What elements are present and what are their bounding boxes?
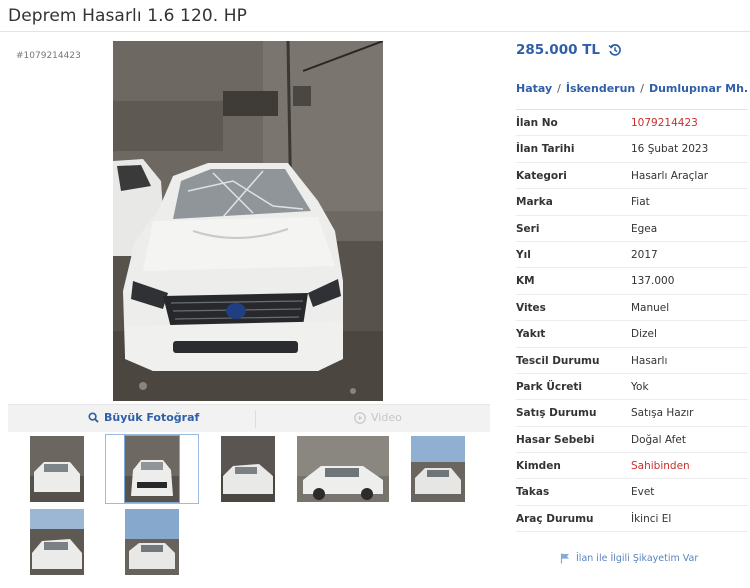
detail-row: Marka Fiat	[516, 189, 748, 216]
detail-label: İlan Tarihi	[516, 143, 575, 156]
detail-value: Satışa Hazır	[631, 407, 694, 420]
detail-label: Seri	[516, 222, 540, 235]
detail-value: Evet	[631, 486, 655, 499]
complaint-link[interactable]: İlan ile İlgili Şikayetim Var	[560, 553, 698, 564]
detail-row: Yakıt Dizel	[516, 321, 748, 348]
flag-icon	[560, 553, 569, 564]
thumbnail-6[interactable]	[30, 509, 84, 575]
detail-row: Satış Durumu Satışa Hazır	[516, 400, 748, 427]
price-value: 285.000 TL	[516, 42, 600, 58]
detail-label: Tescil Durumu	[516, 354, 600, 367]
tab-divider	[255, 410, 256, 428]
listing-id-label: #1079214423	[16, 51, 81, 61]
detail-value: 2017	[631, 248, 658, 261]
location-neighborhood[interactable]: Dumlupınar Mh.	[649, 82, 748, 95]
detail-label: Marka	[516, 196, 553, 209]
detail-label: Kimden	[516, 460, 561, 473]
detail-value: Manuel	[631, 301, 670, 314]
detail-value: İkinci El	[631, 512, 672, 525]
breadcrumb-separator: /	[640, 82, 644, 95]
detail-row: Seri Egea	[516, 216, 748, 242]
listing-details-table: İlan No 1079214423 İlan Tarihi 16 Şubat 202…	[516, 109, 748, 533]
breadcrumb-separator: /	[557, 82, 561, 95]
damaged-car-photo	[113, 41, 383, 401]
detail-label: İlan No	[516, 117, 558, 129]
detail-value: Doğal Afet	[631, 433, 686, 446]
detail-label: Satış Durumu	[516, 407, 597, 420]
detail-label: Kategori	[516, 169, 567, 182]
listing-title: Deprem Hasarlı 1.6 120. HP	[8, 6, 248, 26]
detail-value: Fiat	[631, 196, 650, 209]
detail-label: Vites	[516, 301, 546, 314]
detail-label: Araç Durumu	[516, 512, 594, 525]
detail-value: Dizel	[631, 328, 657, 341]
detail-value: Sahibinden	[631, 460, 690, 473]
complaint-label: İlan ile İlgili Şikayetim Var	[576, 553, 699, 564]
detail-value: Yok	[631, 380, 649, 393]
thumbnail-4[interactable]	[297, 436, 389, 502]
detail-label: KM	[516, 275, 535, 288]
detail-row: Hasar Sebebi Doğal Afet	[516, 427, 748, 454]
video-tab[interactable]: Video	[354, 411, 402, 424]
detail-label: Yakıt	[516, 328, 546, 341]
location-breadcrumb: Hatay / İskenderun / Dumlupınar Mh.	[516, 82, 748, 95]
thumbnail-3[interactable]	[221, 436, 275, 502]
thumbnail-5[interactable]	[411, 436, 465, 502]
detail-value: Hasarlı	[631, 354, 668, 367]
price-history-icon[interactable]	[608, 43, 622, 57]
title-divider	[0, 31, 750, 32]
detail-row: İlan No 1079214423	[516, 110, 748, 137]
detail-value: Hasarlı Araçlar	[631, 169, 709, 182]
detail-row: Araç Durumu İkinci El	[516, 506, 748, 533]
detail-row: Kimden Sahibinden	[516, 453, 748, 480]
detail-row: Vites Manuel	[516, 295, 748, 322]
detail-row: Tescil Durumu Hasarlı	[516, 348, 748, 374]
thumbnail-7[interactable]	[125, 509, 179, 575]
detail-label: Hasar Sebebi	[516, 433, 595, 446]
price: 285.000 TL	[516, 42, 622, 58]
photo-tabs: Büyük Fotoğraf Video	[8, 404, 490, 432]
detail-row: Kategori Hasarlı Araçlar	[516, 163, 748, 190]
magnifier-icon	[88, 412, 99, 423]
detail-label: Yıl	[516, 248, 531, 261]
detail-label: Takas	[516, 486, 550, 499]
thumbnail-2[interactable]	[124, 435, 180, 503]
detail-row: İlan Tarihi 16 Şubat 2023	[516, 136, 748, 163]
thumbnail-strip	[8, 432, 490, 588]
video-label: Video	[371, 411, 402, 424]
detail-row: Yıl 2017	[516, 242, 748, 269]
big-photo-label: Büyük Fotoğraf	[104, 411, 200, 424]
big-photo-tab[interactable]: Büyük Fotoğraf	[88, 411, 199, 424]
detail-label: Park Ücreti	[516, 380, 582, 393]
detail-row: Takas Evet	[516, 479, 748, 506]
detail-value: Egea	[631, 222, 658, 235]
detail-row: Park Ücreti Yok	[516, 374, 748, 401]
detail-value: 1079214423	[631, 117, 698, 129]
location-district[interactable]: İskenderun	[566, 82, 635, 95]
detail-row: KM 137.000	[516, 268, 748, 295]
location-city[interactable]: Hatay	[516, 82, 552, 95]
play-icon	[354, 411, 366, 424]
thumbnail-1[interactable]	[30, 436, 84, 502]
detail-value: 16 Şubat 2023	[631, 143, 709, 156]
detail-value: 137.000	[631, 275, 675, 288]
main-photo[interactable]	[113, 41, 383, 401]
